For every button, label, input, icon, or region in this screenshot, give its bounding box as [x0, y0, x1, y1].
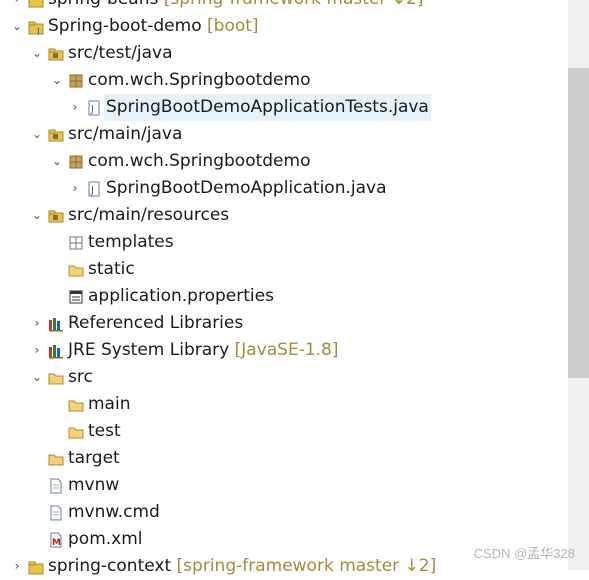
folder-icon [68, 424, 84, 440]
tree-item-referenced-libraries[interactable]: › Referenced Libraries [0, 310, 568, 337]
tree-item-label: SpringBootDemoApplicationTests.java [106, 97, 429, 117]
package-icon [68, 154, 84, 170]
collapse-arrow-icon[interactable]: ⌄ [30, 202, 44, 229]
expand-arrow-icon[interactable]: › [68, 94, 82, 121]
tree-item-label: Spring-boot-demo [48, 16, 202, 36]
tree-item-templates[interactable]: templates [0, 229, 568, 256]
project-icon [28, 559, 44, 575]
tree-item-label: test [88, 421, 121, 441]
tree-item-label: src/main/resources [68, 205, 230, 225]
collapse-arrow-icon[interactable]: ⌄ [30, 121, 44, 148]
tree-item-static[interactable]: static [0, 256, 568, 283]
svg-text:J: J [90, 104, 94, 115]
tree-item-label: main [88, 394, 131, 414]
source-folder-icon [48, 46, 64, 62]
tree-item-src-test-java[interactable]: ⌄ src/test/java [0, 40, 568, 67]
tree-item-main[interactable]: main [0, 391, 568, 418]
tree-item-label: spring-beans [48, 0, 158, 9]
expand-arrow-icon[interactable]: › [30, 310, 44, 337]
tree-item-label: mvnw [68, 475, 120, 495]
package-icon [68, 73, 84, 89]
tree-item-package[interactable]: ⌄ com.wch.Springbootdemo [0, 67, 568, 94]
folder-icon [68, 397, 84, 413]
maven-file-icon: M [48, 532, 64, 548]
folder-icon [48, 370, 64, 386]
tree-item-springbootdemoapplicationtests[interactable]: › J SpringBootDemoApplicationTests.java [0, 94, 568, 121]
tree-item-application-properties[interactable]: application.properties [0, 283, 568, 310]
java-file-icon: J [86, 100, 102, 116]
file-icon [48, 505, 64, 521]
empty-package-icon [68, 235, 84, 251]
svg-text:M: M [52, 538, 61, 548]
tree-item-label: com.wch.Springbootdemo [88, 151, 311, 171]
git-decoration: [spring-framework master ↓2] [164, 0, 424, 9]
tree-item-label: src/test/java [68, 43, 173, 63]
file-icon [48, 478, 64, 494]
tree-item-label: application.properties [88, 286, 274, 306]
tree-item-label: SpringBootDemoApplication.java [106, 178, 387, 198]
tree-item-label: spring-context [48, 556, 172, 576]
decoration: [JavaSE-1.8] [234, 340, 339, 360]
vertical-scrollbar[interactable] [568, 0, 589, 570]
tree-item-spring-beans[interactable]: › spring-beans [spring-framework master … [0, 0, 568, 13]
svg-text:J: J [90, 185, 94, 196]
svg-text:J: J [36, 27, 40, 35]
tree-item-src-main-resources[interactable]: ⌄ src/main/resources [0, 202, 568, 229]
package-explorer-tree: › spring-beans [spring-framework master … [0, 0, 568, 576]
expand-arrow-icon[interactable]: › [68, 175, 82, 202]
folder-icon [68, 262, 84, 278]
tree-item-label: JRE System Library [68, 340, 230, 360]
tree-item-springbootdemoapplication[interactable]: › J SpringBootDemoApplication.java [0, 175, 568, 202]
tree-item-src-main-java[interactable]: ⌄ src/main/java [0, 121, 568, 148]
collapse-arrow-icon[interactable]: ⌄ [50, 67, 64, 94]
collapse-arrow-icon[interactable]: ⌄ [30, 364, 44, 391]
expand-arrow-icon[interactable]: › [10, 0, 24, 13]
tree-item-label: templates [88, 232, 174, 252]
tree-item-mvnw-cmd[interactable]: mvnw.cmd [0, 499, 568, 526]
git-decoration: [spring-framework master ↓2] [176, 556, 437, 576]
java-file-icon: J [86, 181, 102, 197]
tree-item-spring-boot-demo[interactable]: ⌄ J Spring-boot-demo [boot] [0, 13, 568, 40]
collapse-arrow-icon[interactable]: ⌄ [10, 13, 24, 40]
project-icon [28, 0, 44, 8]
tree-item-test[interactable]: test [0, 418, 568, 445]
collapse-arrow-icon[interactable]: ⌄ [30, 40, 44, 67]
tree-item-label: Referenced Libraries [68, 313, 244, 333]
tree-item-label: target [68, 448, 120, 468]
tree-item-src[interactable]: ⌄ src [0, 364, 568, 391]
project-icon: J [28, 19, 44, 35]
tree-item-label: static [88, 259, 135, 279]
expand-arrow-icon[interactable]: › [30, 337, 44, 364]
tree-item-package[interactable]: ⌄ com.wch.Springbootdemo [0, 148, 568, 175]
folder-icon [48, 451, 64, 467]
library-icon [48, 316, 64, 332]
tree-item-label: mvnw.cmd [68, 502, 160, 522]
tree-item-label: pom.xml [68, 529, 143, 549]
tree-item-jre-system-library[interactable]: › JRE System Library [JavaSE-1.8] [0, 337, 568, 364]
decoration: [boot] [207, 16, 259, 36]
tree-item-label: src [68, 367, 93, 387]
library-icon [48, 343, 64, 359]
scrollbar-thumb[interactable] [568, 68, 589, 378]
tree-item-label: com.wch.Springbootdemo [88, 70, 311, 90]
collapse-arrow-icon[interactable]: ⌄ [50, 148, 64, 175]
tree-item-mvnw[interactable]: mvnw [0, 472, 568, 499]
watermark: CSDN @孟华328 [473, 546, 575, 561]
tree-item-target[interactable]: target [0, 445, 568, 472]
expand-arrow-icon[interactable]: › [10, 553, 24, 580]
source-folder-icon [48, 208, 64, 224]
source-folder-icon [48, 127, 64, 143]
properties-file-icon [68, 289, 84, 305]
tree-item-label: src/main/java [68, 124, 183, 144]
